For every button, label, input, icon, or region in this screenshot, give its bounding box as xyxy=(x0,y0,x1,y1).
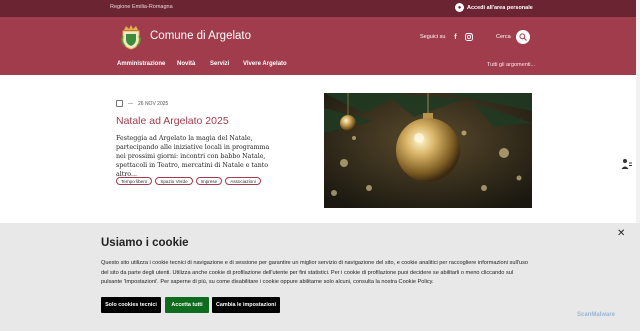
tag-associazioni[interactable]: Associazioni xyxy=(225,177,261,185)
login-label: Accedi all'area personale xyxy=(467,4,533,11)
dash: — xyxy=(128,100,133,107)
nav-item-novita[interactable]: Novità xyxy=(177,61,210,67)
featured-article: — 26 NOV 2025 Natale ad Argelato 2025 Fe… xyxy=(0,75,640,223)
top-bar: Regione Emilia-Romagna ● Accedi all'area… xyxy=(0,0,640,17)
close-icon[interactable]: ✕ xyxy=(617,228,625,239)
article-image[interactable] xyxy=(324,93,532,208)
nav-item-servizi[interactable]: Servizi xyxy=(210,61,243,67)
search: Cerca xyxy=(496,30,530,44)
article-tags: Tempo libero Spazio Verde Imprese Associ… xyxy=(116,177,261,185)
login-button[interactable]: ● Accedi all'area personale xyxy=(455,3,533,12)
region-link[interactable]: Regione Emilia-Romagna xyxy=(110,4,173,10)
article-summary: Festeggia ad Argelato la magia del Natal… xyxy=(116,135,270,178)
facebook-icon[interactable]: f xyxy=(451,33,459,41)
tech-cookies-button[interactable]: Solo cookies tecnici xyxy=(101,297,161,313)
cookie-text: Questo sito utilizza i cookie tecnici di… xyxy=(101,260,529,285)
all-topics-link[interactable]: Tutti gli argomenti... xyxy=(487,62,535,68)
calendar-icon xyxy=(116,100,123,107)
social-label: Seguici su xyxy=(420,34,446,40)
search-icon xyxy=(519,33,527,41)
watermark: ScanMalware xyxy=(577,312,616,318)
tag-tempo-libero[interactable]: Tempo libero xyxy=(116,177,153,185)
nav-item-amministrazione[interactable]: Amministrazione xyxy=(117,61,177,67)
cookie-title: Usiamo i cookie xyxy=(101,237,189,249)
cookie-banner: ✕ Usiamo i cookie Questo sito utilizza i… xyxy=(0,223,640,331)
main-nav: Amministrazione Novità Servizi Vivere Ar… xyxy=(117,61,303,67)
site-title[interactable]: Comune di Argelato xyxy=(150,30,251,42)
nav-item-vivere-argelato[interactable]: Vivere Argelato xyxy=(243,61,303,67)
search-label: Cerca xyxy=(496,34,511,40)
coat-of-arms-icon[interactable] xyxy=(120,24,142,50)
tag-spazio-verde[interactable]: Spazio Verde xyxy=(155,177,193,185)
user-icon: ● xyxy=(455,3,464,12)
accessibility-icon[interactable] xyxy=(621,158,634,172)
article-title[interactable]: Natale ad Argelato 2025 xyxy=(116,115,229,127)
accept-all-button[interactable]: Accetta tutti xyxy=(165,297,209,313)
instagram-icon[interactable] xyxy=(465,33,474,41)
search-button[interactable] xyxy=(515,30,530,44)
tag-imprese[interactable]: Imprese xyxy=(195,177,223,185)
change-settings-button[interactable]: Cambia le impostazioni xyxy=(212,297,280,313)
site-header: Comune di Argelato Seguici su f Cerca Am… xyxy=(0,17,640,75)
article-meta: — 26 NOV 2025 xyxy=(116,100,168,107)
article-date: 26 NOV 2025 xyxy=(138,100,169,107)
social-links: Seguici su f xyxy=(420,33,474,41)
